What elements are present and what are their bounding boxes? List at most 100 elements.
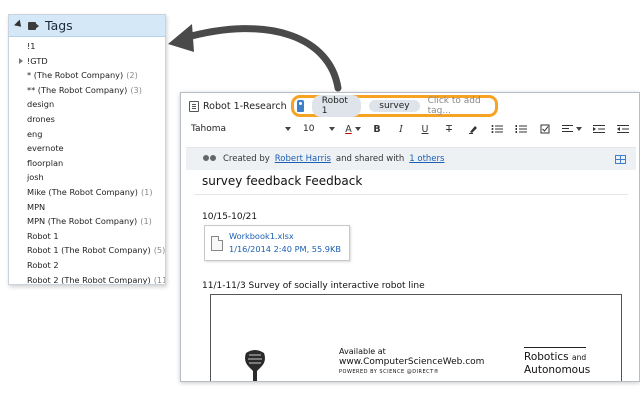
tag-list-item[interactable]: Robot 2 (The Robot Company)(11) (9, 273, 165, 285)
file-attachment[interactable]: Workbook1.xlsx 1/16/2014 2:40 PM, 55.9KB (204, 225, 350, 261)
chevron-down-icon (285, 127, 291, 131)
tag-list-item-label: Robot 1 (The Robot Company) (27, 245, 151, 256)
tag-list-item[interactable]: * (The Robot Company) (2) (9, 68, 165, 83)
checkbox-button[interactable] (535, 121, 555, 137)
note-content[interactable]: Created by Robert Harris and shared with… (186, 147, 636, 381)
attachment-meta: 1/16/2014 2:40 PM, 55.9KB (229, 244, 341, 254)
tag-list-item-label: floorplan (27, 157, 64, 168)
align-button[interactable] (559, 121, 585, 137)
collapse-triangle-icon[interactable] (14, 19, 24, 30)
tag-icon (28, 21, 39, 31)
tag-list: !1 !GTD * (The Robot Company) (2) ** (The Ro… (9, 37, 165, 285)
tag-list-item-label: * (The Robot Company) (27, 70, 124, 81)
bulleted-list-icon (491, 125, 503, 133)
indent-icon (593, 125, 605, 133)
tag-list-item[interactable]: josh (9, 170, 165, 185)
tag-list-item-label: ** (The Robot Company) (27, 84, 128, 95)
tag-list-item-label: Robot 2 (The Robot Company) (27, 274, 151, 285)
outdent-icon (617, 125, 629, 133)
tag-list-item[interactable]: floorplan (9, 156, 165, 171)
checkbox-icon (540, 124, 550, 134)
expand-arrow-icon[interactable] (19, 57, 23, 64)
tag-list-item-count: (2) (126, 70, 138, 81)
journal-rule (524, 347, 586, 348)
publisher-tree-logo (244, 349, 266, 381)
journal-line2: Autonomous (524, 364, 591, 376)
created-by-prefix: Created by (223, 154, 270, 164)
align-left-icon (562, 125, 573, 132)
outdent-button[interactable] (613, 121, 633, 137)
note-title[interactable]: survey feedback Feedback (186, 170, 636, 188)
tag-list-item[interactable]: eng (9, 127, 165, 142)
underline-button[interactable]: U (415, 121, 435, 137)
tag-list-item-label: Mike (The Robot Company) (27, 186, 138, 197)
strikethrough-button[interactable]: T (439, 121, 459, 137)
tag-list-item-label: josh (27, 172, 44, 183)
available-at-label: Available at (339, 347, 386, 356)
journal-line1: Robotics (524, 351, 569, 363)
tag-pill-robot-1[interactable]: Robot 1 (311, 95, 362, 117)
tag-list-item[interactable]: MPN (9, 200, 165, 215)
attachment-info: Workbook1.xlsx 1/16/2014 2:40 PM, 55.9KB (229, 230, 341, 256)
tag-pill-survey[interactable]: survey (369, 100, 420, 112)
presentation-icon[interactable] (615, 155, 626, 164)
tag-list-item-label: !GTD (27, 55, 48, 66)
numbered-list-button[interactable] (511, 121, 531, 137)
shared-others-link[interactable]: 1 others (409, 154, 444, 164)
tag-list-item[interactable]: drones (9, 112, 165, 127)
font-family-value: Tahoma (191, 124, 227, 134)
chevron-down-icon (329, 127, 335, 131)
tag-list-item[interactable]: Robot 1 (9, 229, 165, 244)
author-link[interactable]: Robert Harris (275, 154, 331, 164)
tag-list-item[interactable]: MPN (The Robot Company) (1) (9, 214, 165, 229)
tag-list-item[interactable]: Robot 1 (The Robot Company) (5) (9, 243, 165, 258)
shared-info-bar: Created by Robert Harris and shared with… (186, 148, 636, 170)
available-url: www.ComputerScienceWeb.com (339, 357, 485, 367)
format-toolbar: Tahoma 10 A B I U T (181, 119, 639, 139)
tags-header[interactable]: Tags (9, 15, 165, 37)
italic-button[interactable]: I (391, 121, 411, 137)
add-tag-input[interactable]: Click to add tag... (428, 96, 495, 116)
tag-list-item-count: (1) (140, 216, 152, 227)
tag-list-item[interactable]: !1 (9, 39, 165, 54)
chevron-down-icon (354, 127, 361, 131)
survey-line-text: 11/1-11/3 Survey of socially interactive… (202, 281, 425, 291)
tag-list-item-count: (1) (140, 186, 153, 197)
tag-list-item[interactable]: ** (The Robot Company) (3) (9, 83, 165, 98)
highlighter-button[interactable] (463, 121, 483, 137)
bulleted-list-button[interactable] (487, 121, 507, 137)
tag-list-item[interactable]: Mike (The Robot Company) (1) (9, 185, 165, 200)
highlighter-icon (469, 126, 477, 134)
indent-button[interactable] (589, 121, 609, 137)
tag-list-item-count: (5) (153, 245, 166, 256)
tag-list-item-label: evernote (27, 143, 64, 154)
bold-button[interactable]: B (367, 121, 387, 137)
availability-notice: Available at www.ComputerScienceWeb.com … (339, 347, 484, 377)
tag-bar[interactable]: Robot 1 survey Click to add tag... (291, 95, 498, 117)
tag-list-item[interactable]: !GTD (9, 54, 165, 69)
tag-list-item-label: design (27, 99, 55, 110)
font-size-value: 10 (303, 124, 315, 134)
curved-arrow-icon (168, 24, 342, 92)
powered-by-label: POWERED BY SCIENCE @DIRECT® (339, 369, 440, 375)
notebook-name: Robot 1-Research (203, 100, 287, 112)
tag-list-item[interactable]: evernote (9, 141, 165, 156)
file-icon (211, 235, 223, 251)
note-meta-row: Robot 1-Research Robot 1 survey Click to… (181, 93, 639, 119)
title-divider (194, 194, 628, 195)
tag-list-item-count: (3) (130, 84, 142, 95)
note-editor-window: Robot 1-Research Robot 1 survey Click to… (180, 92, 640, 382)
tag-list-item-label: MPN (27, 201, 46, 212)
tag-list-item-label: eng (27, 128, 43, 139)
font-color-button[interactable]: A (343, 121, 363, 137)
tag-icon (297, 100, 304, 112)
tag-list-item[interactable]: Robot 2 (9, 258, 165, 273)
tag-list-item-label: drones (27, 113, 55, 124)
tag-list-item-label: MPN (The Robot Company) (27, 216, 138, 227)
journal-and: and (571, 353, 587, 362)
font-size-select[interactable]: 10 (299, 122, 339, 136)
notebook-selector[interactable]: Robot 1-Research (189, 100, 299, 112)
embedded-pdf[interactable]: Available at www.ComputerScienceWeb.com … (210, 294, 622, 381)
font-family-select[interactable]: Tahoma (187, 122, 295, 136)
tag-list-item[interactable]: design (9, 97, 165, 112)
